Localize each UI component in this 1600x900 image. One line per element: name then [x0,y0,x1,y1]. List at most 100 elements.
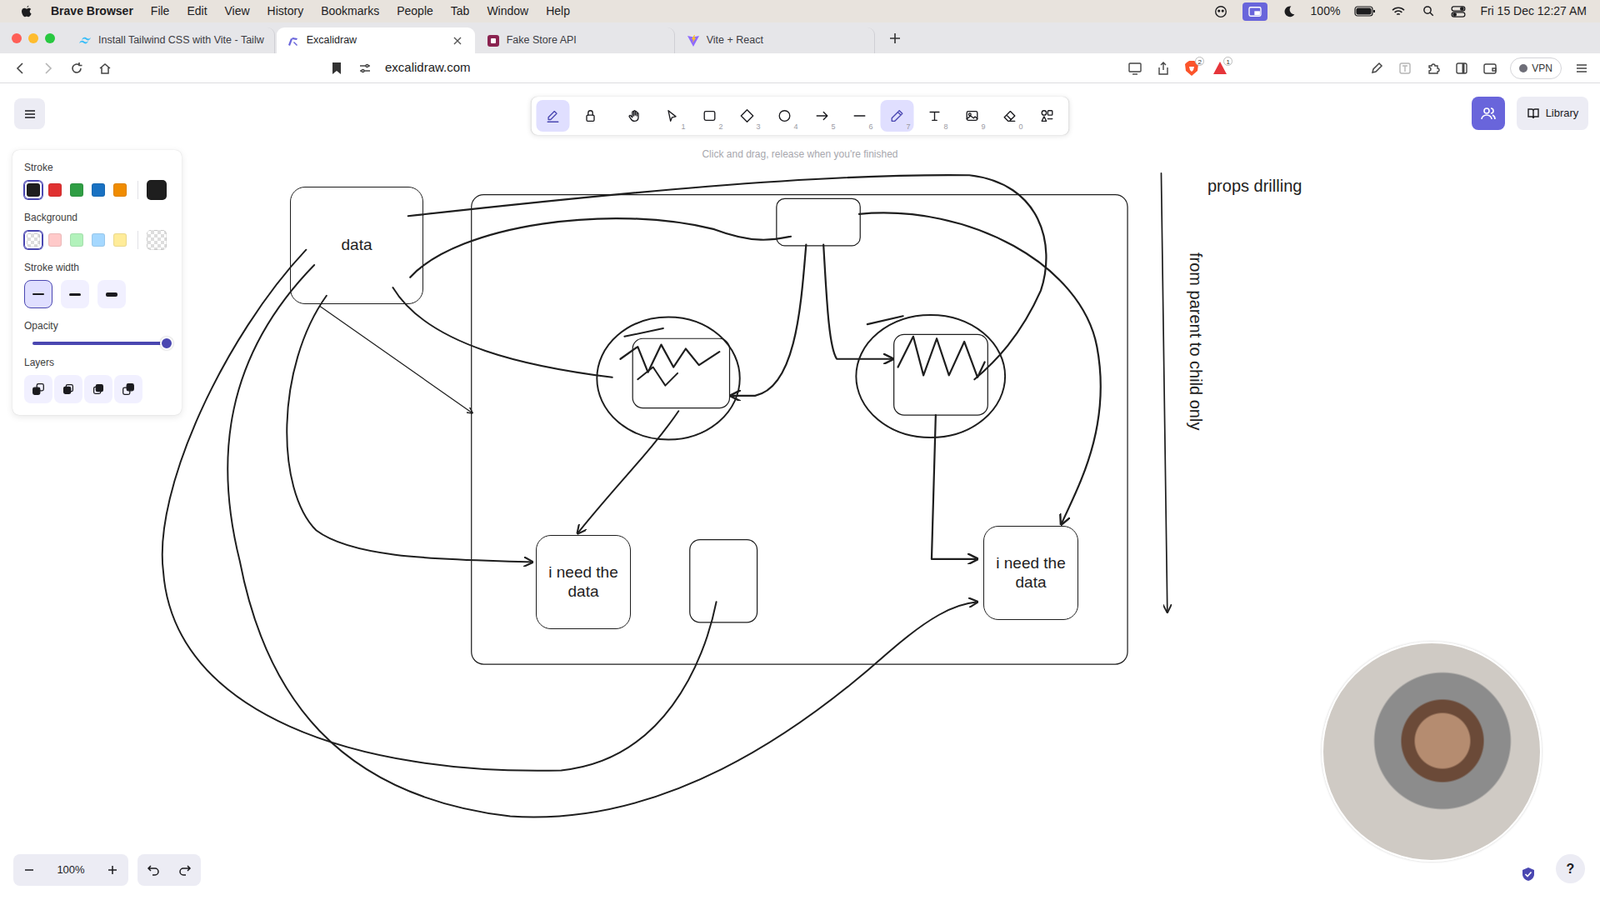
color-swatch[interactable] [89,230,108,250]
zoom-level[interactable]: 100% [45,861,97,879]
bring-to-front-icon[interactable] [114,375,143,404]
color-swatch[interactable] [67,180,86,200]
circle-mark[interactable] [596,317,740,440]
connector-line[interactable] [162,250,717,771]
opacity-thumb[interactable] [160,336,174,350]
undo-button[interactable] [137,854,170,886]
back-icon[interactable] [11,60,29,77]
redo-button[interactable] [169,854,201,886]
menu-item[interactable]: History [267,2,305,20]
color-swatch[interactable] [45,230,65,250]
bring-forward-icon[interactable] [84,375,113,404]
browser-menu-icon[interactable] [1573,60,1590,77]
more-tool[interactable] [1030,100,1065,132]
connector-line[interactable] [823,245,893,360]
connector-line[interactable] [410,218,791,278]
lock-tool[interactable] [574,100,608,132]
app-component-box[interactable] [471,195,1128,665]
vpn-button[interactable]: VPN [1510,57,1562,80]
connector-line[interactable] [577,410,679,534]
eraser-tool[interactable]: 0 [993,100,1027,132]
control-center-icon[interactable] [1450,4,1467,20]
status-face-icon[interactable] [1212,4,1230,20]
canvas-text[interactable]: props drilling [1207,175,1302,196]
browser-tab[interactable]: Fake Store API [476,27,675,54]
diagram-node[interactable]: i need the data [983,525,1079,620]
connector-line[interactable] [408,175,1047,380]
battery-icon[interactable] [1353,4,1377,20]
draw-tool[interactable]: 7 [880,100,915,132]
menu-item[interactable]: Edit [186,2,207,20]
component-box[interactable] [690,540,758,623]
stroke-width-option[interactable] [24,280,53,309]
connector-line[interactable] [392,287,612,378]
help-button[interactable]: ? [1555,854,1585,884]
sidebar-icon[interactable] [1453,60,1470,77]
reload-icon[interactable] [68,60,85,77]
connector-line[interactable] [931,415,978,560]
bookmark-icon[interactable] [328,60,345,77]
apple-icon[interactable] [16,4,34,20]
screen-record-icon[interactable] [1242,2,1268,21]
stroke-width-option[interactable] [60,280,90,309]
pen-extension-icon[interactable] [1368,60,1385,77]
hand-tool[interactable] [618,100,652,132]
close-tab-icon[interactable] [450,34,465,48]
connector-line[interactable] [227,265,978,817]
diamond-tool[interactable]: 3 [730,100,765,132]
zoom-window-button[interactable] [45,33,55,44]
color-swatch[interactable] [110,230,130,250]
canvas-text[interactable]: from parent to child only [1185,252,1206,430]
rectangle-tool[interactable]: 2 [693,100,727,132]
zoom-out-button[interactable] [13,854,45,886]
ellipse-tool[interactable]: 4 [768,100,802,132]
moon-icon[interactable] [1280,4,1298,20]
opacity-slider[interactable] [32,341,167,345]
extension-icon[interactable] [1396,60,1414,77]
clock[interactable]: Fri 15 Dec 12:27 AM [1480,2,1587,20]
line-tool[interactable]: 6 [843,100,877,132]
connector-line[interactable] [859,212,1101,525]
color-swatch[interactable] [24,230,43,250]
new-tab-icon[interactable] [883,26,907,50]
scribble-mark[interactable] [624,328,678,386]
send-to-back-icon[interactable] [24,375,53,404]
component-box[interactable] [632,338,730,408]
color-swatch[interactable] [110,180,130,200]
zoom-in-button[interactable] [96,854,129,886]
component-box[interactable] [776,198,860,245]
browser-tab[interactable]: Install Tailwind CSS with Vite - Tailw [68,27,275,54]
color-swatch[interactable] [67,230,86,250]
color-swatch[interactable] [24,180,43,200]
main-menu-button[interactable] [14,98,45,130]
circle-mark[interactable] [855,315,1005,438]
menu-item[interactable]: View [225,2,250,20]
menu-item[interactable]: Window [486,2,529,20]
menu-item[interactable]: Bookmarks [320,2,380,20]
send-backward-icon[interactable] [54,375,83,404]
current-color-button[interactable] [146,230,167,250]
app-name[interactable]: Brave Browser [50,2,134,20]
minimize-window-button[interactable] [28,33,39,44]
shield-check-icon[interactable] [1520,863,1536,879]
wallet-icon[interactable] [1481,60,1499,77]
color-swatch[interactable] [45,180,65,200]
menu-item[interactable]: File [150,2,170,20]
current-color-button[interactable] [146,180,167,200]
menu-item[interactable]: People [396,2,434,20]
arrow-tool[interactable]: 5 [805,100,840,132]
url-field[interactable]: excalidraw.com [385,58,1115,78]
brave-rewards-icon[interactable]: 1 [1211,60,1229,77]
drawing-canvas[interactable]: data i need the data i need the data props … [0,83,1600,900]
image-tool[interactable]: 9 [955,100,990,132]
connector-line[interactable] [286,295,533,563]
wifi-icon[interactable] [1390,4,1407,20]
menu-item[interactable]: Tab [450,2,470,20]
browser-tab[interactable]: Excalidraw [276,27,475,54]
select-tool[interactable]: 1 [655,100,690,132]
diagram-node[interactable]: data [290,186,424,305]
menu-item[interactable]: Help [545,2,570,20]
diagram-node[interactable]: i need the data [535,535,631,630]
text-tool[interactable]: 8 [918,100,952,132]
collaborate-button[interactable] [1471,96,1505,130]
